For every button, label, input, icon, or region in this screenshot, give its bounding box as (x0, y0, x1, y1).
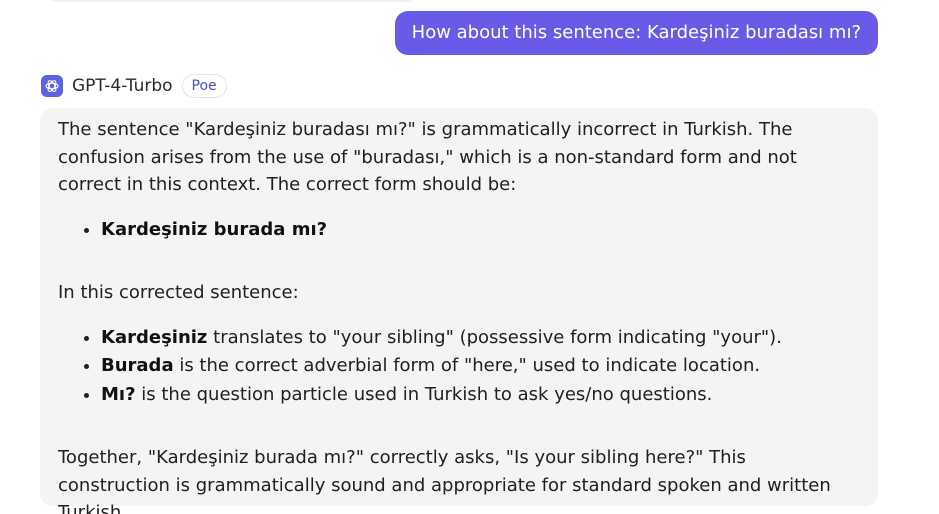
explanation-list: Kardeşiniz translates to "your sibling" … (58, 324, 860, 410)
response-mid: In this corrected sentence: (58, 282, 299, 303)
point-term: Burada (101, 355, 174, 376)
openai-logo-icon[interactable] (41, 75, 63, 97)
point-term: Kardeşiniz (101, 326, 208, 348)
response-conclusion: Together, "Kardeşiniz burada mı?" correc… (58, 447, 831, 514)
list-item: Kardeşiniz translates to "your sibling" … (101, 324, 860, 353)
point-desc: is the question particle used in Turkish… (135, 383, 713, 405)
point-desc: translates to "your sibling" (possessive… (207, 326, 782, 348)
correct-form-text: Kardeşiniz burada mı? (101, 218, 328, 240)
response-intro: The sentence "Kardeşiniz buradası mı?" i… (58, 119, 797, 195)
correct-form-list: Kardeşiniz burada mı? (58, 216, 860, 245)
user-message-bubble: How about this sentence: Kardeşiniz bura… (394, 11, 878, 55)
previous-message-edge (46, 0, 416, 2)
chat-view: How about this sentence: Kardeşiniz bura… (0, 0, 939, 514)
list-item: Mı? is the question particle used in Tur… (101, 381, 860, 410)
bot-message-bubble: The sentence "Kardeşiniz buradası mı?" i… (40, 108, 878, 514)
point-term: Mı? (101, 383, 136, 405)
bot-source-tag[interactable]: Poe (181, 74, 227, 98)
point-desc: is the correct adverbial form of "here,"… (173, 355, 761, 376)
user-message-text: How about this sentence: Kardeşiniz bura… (411, 22, 861, 43)
list-item: Kardeşiniz burada mı? (101, 216, 860, 245)
bot-name[interactable]: GPT-4-Turbo (72, 76, 173, 96)
list-item: Burada is the correct adverbial form of … (101, 352, 860, 381)
bot-header: GPT-4-Turbo Poe (41, 73, 227, 99)
